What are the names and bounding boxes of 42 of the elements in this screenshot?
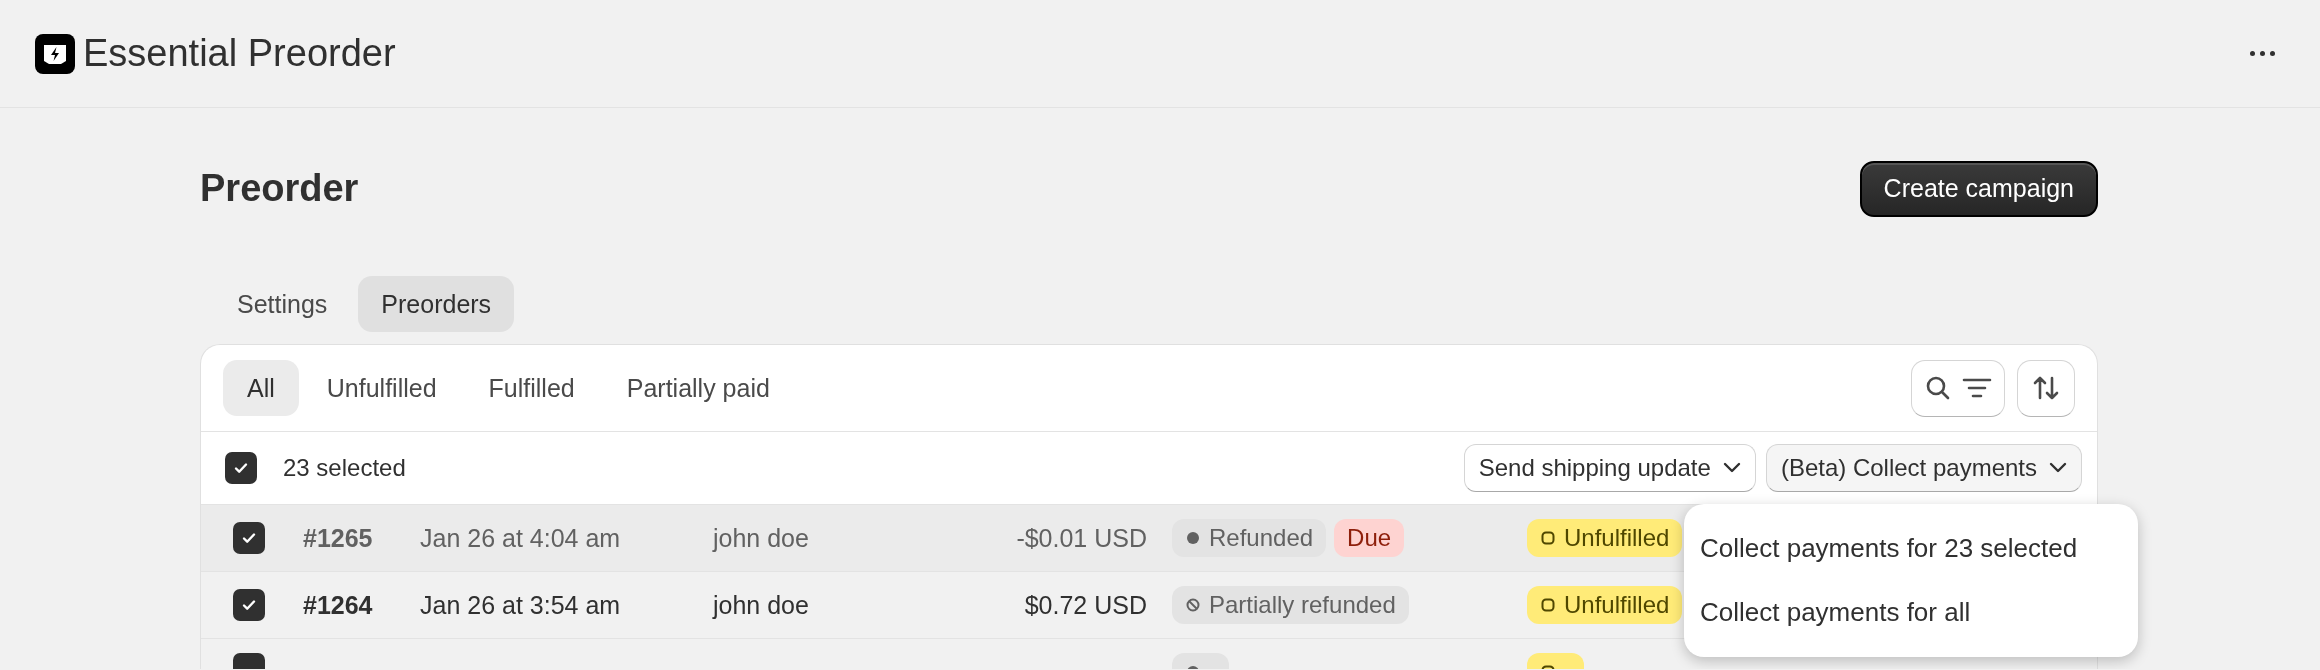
slashed-circle-icon [1185, 597, 1201, 613]
customer-name: john doe [713, 590, 810, 620]
search-icon [1924, 374, 1952, 402]
filter-tab[interactable]: Partially paid [602, 360, 794, 416]
filter-tab[interactable]: All [223, 360, 299, 416]
status-badge: Unfulfilled [1527, 519, 1683, 557]
order-number: #1264 [303, 590, 374, 620]
app-title: Essential Preorder [83, 32, 396, 75]
status-badge: Due [1334, 519, 1405, 557]
bulk-action-button[interactable]: (Beta) Collect payments [1765, 444, 2082, 492]
order-total: -$0.01 USD [1015, 523, 1147, 553]
checkbox[interactable] [225, 452, 257, 484]
customer-name: john doe [713, 523, 810, 553]
checkbox[interactable] [233, 522, 265, 554]
page-title: Preorder [200, 167, 359, 210]
sort-button[interactable] [2017, 359, 2075, 417]
status-badge: Unfulfilled [1527, 586, 1683, 624]
create-campaign-button[interactable]: Create campaign [1859, 160, 2098, 217]
sort-arrows-icon [2032, 374, 2060, 402]
filter-icon [1962, 376, 1992, 400]
filled-dot-icon [1185, 530, 1201, 546]
order-date: Jan 26 at 4:04 am [420, 523, 622, 553]
selection-count: 23 selected [283, 454, 407, 482]
order-total: $0.72 USD [1023, 590, 1147, 620]
hollow-square-icon [1540, 530, 1556, 546]
filter-tab[interactable]: Unfulfilled [302, 360, 461, 416]
hollow-square-icon [1540, 597, 1556, 613]
chevron-down-icon [1722, 462, 1741, 474]
app-logo-icon [35, 33, 75, 74]
bulk-action-button[interactable]: Send shipping update [1463, 444, 1756, 492]
order-date: Jan 26 at 3:54 am [420, 590, 622, 620]
menu-item[interactable]: Collect payments for all [1692, 580, 2130, 644]
status-badge: Partially refunded [1172, 586, 1409, 624]
status-badge: Refunded [1172, 519, 1327, 557]
checkbox[interactable] [233, 589, 265, 621]
order-number: #1265 [303, 523, 374, 553]
tab[interactable]: Settings [214, 276, 351, 332]
filter-tab[interactable]: Fulfilled [464, 360, 599, 416]
tab[interactable]: Preorders [358, 276, 515, 332]
menu-item[interactable]: Collect payments for 23 selected [1692, 516, 2130, 580]
chevron-down-icon [2049, 462, 2067, 474]
search-filter-button[interactable] [1911, 359, 2005, 417]
